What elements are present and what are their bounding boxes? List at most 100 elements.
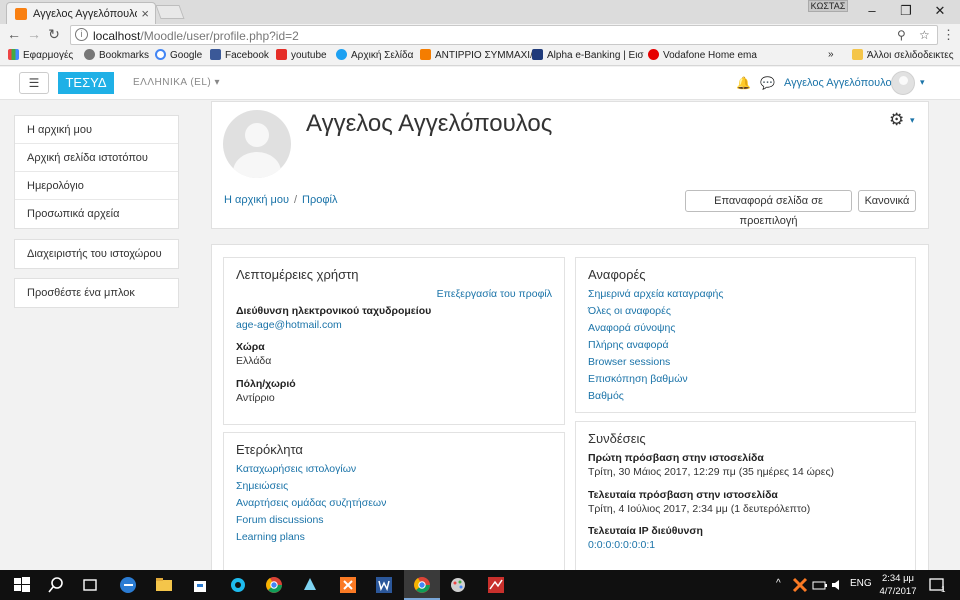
task-view-icon[interactable]	[80, 575, 100, 595]
battery-icon[interactable]	[812, 577, 828, 593]
folder-icon	[852, 49, 863, 60]
notes-link[interactable]: Σημειώσεις	[236, 480, 288, 492]
window-maximize-button[interactable]: ❐	[896, 3, 916, 19]
tray-app-icon[interactable]	[792, 577, 808, 593]
bookmark-alpha-bank[interactable]: Alpha e-Banking | Εισ	[532, 49, 644, 61]
all-logs-link[interactable]: Όλες οι αναφορές	[588, 305, 671, 317]
city-value: Αντίρριο	[236, 392, 275, 404]
user-menu-chevron-icon[interactable]: ▾	[920, 77, 925, 88]
page-title: Αγγελος Αγγελόπουλος	[306, 110, 553, 137]
notifications-bell-icon[interactable]: 🔔	[736, 76, 751, 90]
xampp-icon[interactable]	[338, 575, 358, 595]
hamburger-icon: ☰	[28, 76, 40, 90]
bookmark-other-folder[interactable]: Άλλοι σελιδοδεικτες	[852, 49, 954, 61]
store-bag-icon[interactable]	[190, 575, 210, 595]
language-menu[interactable]: ΕΛΛΗΝΙΚΑ (EL) ▾	[133, 77, 220, 88]
forum-posts-link[interactable]: Αναρτήσεις ομάδας συζητήσεων	[236, 497, 386, 509]
bookmark-twitter[interactable]: Αρχική Σελίδα	[336, 49, 413, 61]
browser-profile-chip[interactable]: ΚΩΣΤΑΣ	[808, 0, 848, 12]
bookmark-facebook[interactable]: Facebook	[210, 49, 269, 61]
windows-start-icon[interactable]	[12, 575, 32, 595]
sidebar-item-private-files[interactable]: Προσωπικά αρχεία	[15, 200, 178, 228]
site-brand-link[interactable]: ΤΕΣΥΔ	[58, 72, 114, 94]
last-ip-link[interactable]: 0:0:0:0:0:0:0:1	[588, 539, 655, 551]
site-info-icon[interactable]: i	[75, 28, 88, 41]
profile-main-region: Λεπτομέρειες χρήστη Επεξεργασία του προφ…	[211, 244, 929, 570]
user-menu-name[interactable]: Αγγελος Αγγελόπουλος	[784, 77, 897, 89]
menu-toggle-button[interactable]: ☰	[19, 72, 49, 94]
image-editor-icon[interactable]	[486, 575, 506, 595]
administration-block: Διαχειριστής του ιστοχώρου	[14, 239, 179, 269]
normal-view-button[interactable]: Κανονικά	[858, 190, 916, 212]
tray-overflow-chevron-icon[interactable]: ^	[776, 578, 781, 589]
settings-chevron-icon[interactable]: ▾	[910, 115, 915, 126]
avatar-head-shape	[245, 123, 269, 147]
email-link[interactable]: age-age@hotmail.com	[236, 319, 342, 331]
url-text[interactable]: localhost/Moodle/user/profile.php?id=2	[93, 29, 299, 43]
forward-arrow-icon[interactable]: →	[26, 26, 42, 42]
bookmark-vodafone[interactable]: Vodafone Home ema	[648, 49, 757, 61]
browser-tabstrip: Αγγελος Αγγελόπουλος × ΚΩΣΤΑΣ – ❐ ✕	[0, 0, 960, 24]
apps-grid-icon	[8, 49, 19, 60]
grade-link[interactable]: Βαθμός	[588, 390, 624, 402]
login-activity-card: Συνδέσεις Πρώτη πρόσβαση στην ιστοσελίδα…	[575, 421, 916, 570]
sidebar-item-site-home[interactable]: Αρχική σελίδα ιστοτόπου	[15, 144, 178, 172]
sidebar-item-site-admin[interactable]: Διαχειριστής του ιστοχώρου	[15, 240, 178, 268]
word-icon[interactable]	[374, 575, 394, 595]
sidebar-item-add-block[interactable]: Προσθέστε ένα μπλοκ	[15, 279, 178, 307]
paint-icon[interactable]	[448, 575, 468, 595]
outline-report-link[interactable]: Αναφορά σύνοψης	[588, 322, 675, 334]
edge-browser-icon[interactable]	[118, 575, 138, 595]
tab-close-icon[interactable]: ×	[141, 6, 149, 21]
address-toolbar: ← → ↻ i localhost/Moodle/user/profile.ph…	[0, 24, 960, 46]
bookmark-blogger[interactable]: ΑΝΤΙΡΡΙΟ ΣΥΜΜΑΧΙ/	[420, 49, 533, 61]
bookmark-star-icon[interactable]: ☆	[919, 28, 930, 42]
user-details-title: Λεπτομέρειες χρήστη	[236, 267, 359, 282]
bookmark-bookmarks[interactable]: Bookmarks	[84, 49, 149, 61]
file-explorer-icon[interactable]	[154, 575, 174, 595]
star-icon	[84, 49, 95, 60]
url-bar[interactable]: i localhost/Moodle/user/profile.php?id=2…	[70, 25, 938, 45]
gear-icon[interactable]: ⚙	[889, 110, 904, 130]
learning-plans-link[interactable]: Learning plans	[236, 531, 305, 543]
window-minimize-button[interactable]: –	[862, 3, 882, 18]
profile-avatar	[223, 110, 291, 178]
notepad-icon[interactable]	[300, 575, 320, 595]
browser-sessions-link[interactable]: Browser sessions	[588, 356, 670, 368]
window-close-button[interactable]: ✕	[930, 3, 950, 19]
volume-speaker-icon[interactable]	[830, 577, 846, 593]
bookmark-apps[interactable]: Εφαρμογές	[8, 49, 73, 61]
bookmarks-overflow-chevron-icon[interactable]: »	[828, 49, 834, 60]
search-icon[interactable]	[46, 575, 66, 595]
todays-logs-link[interactable]: Σημερινά αρχεία καταγραφής	[588, 288, 723, 300]
taskbar-clock[interactable]: 2:34 μμ 4/7/2017	[878, 572, 918, 598]
chrome-icon[interactable]	[264, 575, 284, 595]
messages-chat-icon[interactable]: 💬	[760, 76, 775, 90]
sidebar-item-dashboard[interactable]: Η αρχική μου	[15, 116, 178, 144]
new-tab-button[interactable]	[155, 5, 185, 19]
edit-profile-link[interactable]: Επεξεργασία του προφίλ	[437, 288, 552, 300]
reload-icon[interactable]: ↻	[46, 26, 62, 43]
breadcrumb-profile[interactable]: Προφίλ	[302, 194, 337, 206]
user-avatar[interactable]	[891, 71, 915, 95]
forum-discussions-link[interactable]: Forum discussions	[236, 514, 324, 526]
bookmark-google[interactable]: Google	[155, 49, 202, 61]
google-icon	[155, 49, 166, 60]
internet-explorer-icon[interactable]	[228, 575, 248, 595]
blog-entries-link[interactable]: Καταχωρήσεις ιστολογίων	[236, 463, 356, 475]
search-icon[interactable]: ⚲	[897, 28, 906, 42]
grades-overview-link[interactable]: Επισκόπηση βαθμών	[588, 373, 688, 385]
browser-tab-active[interactable]: Αγγελος Αγγελόπουλος ×	[6, 2, 156, 24]
complete-report-link[interactable]: Πλήρης αναφορά	[588, 339, 669, 351]
input-language-indicator[interactable]: ENG	[850, 578, 872, 589]
back-arrow-icon[interactable]: ←	[6, 26, 22, 42]
tab-title: Αγγελος Αγγελόπουλος	[33, 8, 137, 20]
sidebar-item-calendar[interactable]: Ημερολόγιο	[15, 172, 178, 200]
moodle-navbar: ☰ ΤΕΣΥΔ ΕΛΛΗΝΙΚΑ (EL) ▾ 🔔 💬 Αγγελος Αγγε…	[0, 67, 960, 100]
bookmark-youtube[interactable]: youtube	[276, 49, 327, 61]
breadcrumb-home[interactable]: Η αρχική μου	[224, 194, 289, 206]
breadcrumb-separator: /	[293, 194, 298, 206]
reset-page-default-button[interactable]: Επαναφορά σελίδα σε προεπιλογή	[685, 190, 852, 227]
chrome-active-icon[interactable]	[412, 575, 432, 595]
browser-menu-icon[interactable]: ⋮	[942, 27, 955, 43]
